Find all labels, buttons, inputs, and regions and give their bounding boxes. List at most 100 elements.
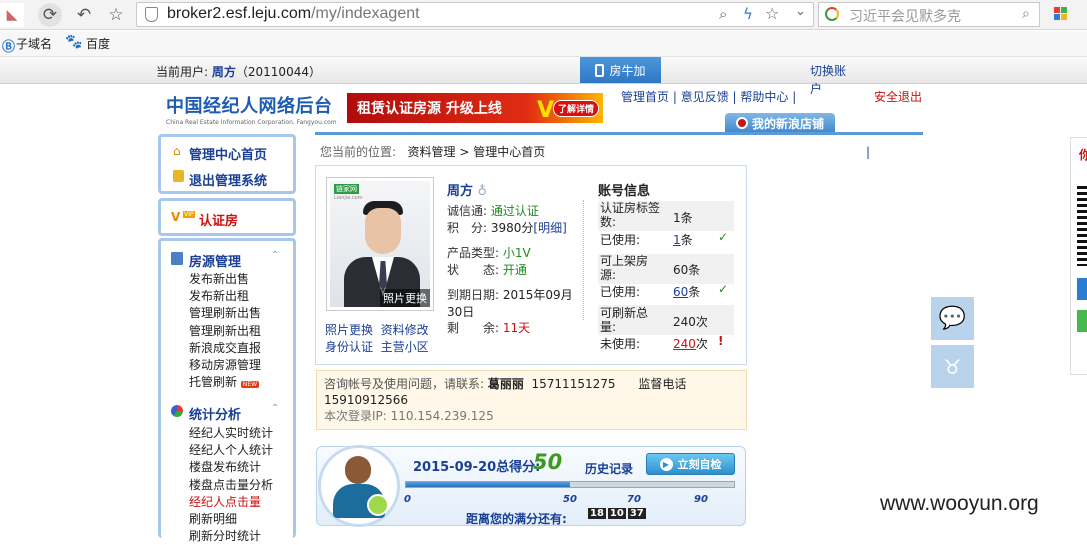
tick-70: 70	[627, 494, 641, 505]
bookmark-baidu[interactable]: 百度	[86, 35, 110, 52]
my-shop-tab[interactable]: 我的新浪店铺	[725, 113, 835, 133]
banner-detail-link[interactable]: 了解详情	[553, 100, 600, 117]
sidebar-vip-link[interactable]: 认证房	[199, 210, 238, 229]
wechat-icon[interactable]: 💬	[931, 297, 974, 340]
bookmark-star-icon[interactable]: ☆	[765, 4, 779, 23]
search-icon[interactable]: ⌕	[1022, 6, 1030, 22]
fangniu-button[interactable]: 房牛加	[580, 57, 661, 83]
subdomain-bookmark-icon: Ⓑ	[2, 40, 16, 55]
menu-mobile-listing[interactable]: 移动房源管理	[189, 357, 289, 374]
switch-account-link[interactable]: 切换账户	[810, 62, 854, 98]
listing-used-label: 已使用:	[600, 285, 641, 299]
menu-estate-publish-stats[interactable]: 楼盘发布统计	[189, 459, 289, 476]
refresh-unused-value: 240次	[673, 337, 708, 351]
link-id-verify[interactable]: 身份认证	[325, 340, 373, 354]
cert-tag-value: 1条	[673, 211, 693, 225]
sidebar-vip-box: V VIP 认证房	[158, 198, 296, 236]
link-edit-profile[interactable]: 资料修改	[381, 323, 429, 337]
sidebar-menu-box: 房源管理 ⌃ 发布新出售 发布新出租 管理刷新出售 管理刷新出租 新浪成交直报 …	[158, 238, 296, 543]
self-check-button[interactable]: ▶ 立刻自检	[646, 453, 735, 475]
stats-collapse-icon[interactable]: ⌃	[271, 403, 279, 414]
points-detail-link[interactable]: [明细]	[533, 221, 566, 235]
bookmark-subdomain[interactable]: 子域名	[16, 35, 52, 52]
menu-agent-clicks[interactable]: 经纪人点击量	[189, 494, 289, 511]
nav-feedback[interactable]: 意见反馈	[681, 90, 729, 104]
qr-code-icon	[1077, 186, 1087, 266]
profile-photo[interactable]: 链家网 Lianjia.com 照片更换	[326, 177, 434, 311]
star-icon[interactable]: ☆	[104, 3, 128, 27]
nav-help[interactable]: 帮助中心	[740, 90, 788, 104]
refresh-unused-label: 未使用:	[600, 337, 641, 351]
tick-90: 90	[694, 494, 708, 505]
countdown-seconds: 37	[627, 508, 646, 519]
address-bar[interactable]: broker2.esf.leju.com/my/indexagent ⌕ ϟ ☆…	[136, 2, 814, 27]
score-label: 2015-09-20总得分:	[413, 460, 541, 475]
bull-icon[interactable]: ♉	[931, 345, 974, 388]
side-blue-block	[1077, 278, 1087, 300]
sidebar-exit-link[interactable]: 退出管理系统	[189, 170, 267, 189]
search-input[interactable]: 习近平会见默多克	[849, 6, 961, 26]
warning-icon: !	[718, 334, 724, 348]
link-photo-change[interactable]: 照片更换	[325, 323, 373, 337]
photo-change-overlay[interactable]: 照片更换	[380, 289, 430, 307]
score-progress-bar	[405, 481, 735, 488]
housing-title[interactable]: 房源管理	[189, 251, 241, 270]
login-ip: 本次登录IP: 110.154.239.125	[324, 409, 494, 423]
score-value: 50	[533, 450, 563, 474]
avatar-head	[345, 456, 371, 484]
menu-hosted-refresh[interactable]: 托管刷新 NEW	[189, 374, 289, 391]
apps-icon[interactable]	[1054, 7, 1068, 21]
housing-menu: 发布新出售 发布新出租 管理刷新出售 管理刷新出租 新浪成交直报 移动房源管理 …	[189, 271, 289, 391]
breadcrumb: 您当前的位置: 资料管理 > 管理中心首页	[320, 145, 546, 159]
browser-toolbar: ◣ ⟳ ↶ ☆ broker2.esf.leju.com/my/indexage…	[0, 0, 1087, 30]
info-divider	[583, 200, 584, 320]
bookmarks-bar: Ⓑ 子域名 🐾 百度	[0, 31, 1087, 57]
url-text: broker2.esf.leju.com/my/indexagent	[167, 5, 420, 22]
lightning-icon[interactable]: ϟ	[743, 5, 753, 23]
chevron-down-icon[interactable]: ⌄	[795, 4, 806, 19]
countdown-hours: 18	[588, 508, 606, 519]
play-icon: ▶	[659, 457, 673, 471]
logout-link[interactable]: 安全退出	[874, 88, 922, 105]
promo-banner[interactable]: 租赁认证房源 升级上线 V 了解详情	[347, 93, 603, 123]
menu-publish-sale[interactable]: 发布新出售	[189, 271, 289, 288]
full-score-label: 距离您的满分还有:	[466, 512, 567, 526]
cert-tag-label: 认证房标签数:	[600, 201, 661, 229]
nav-home[interactable]: 管理首页	[621, 90, 669, 104]
menu-realtime-stats[interactable]: 经纪人实时统计	[189, 425, 289, 442]
menu-refresh-time-stats[interactable]: 刷新分时统计	[189, 528, 289, 545]
zoom-icon[interactable]: ⌕	[719, 5, 727, 23]
menu-publish-rent[interactable]: 发布新出租	[189, 288, 289, 305]
collapse-icon[interactable]: ⌃	[271, 250, 279, 261]
account-status: 开通	[502, 262, 527, 277]
search-box[interactable]: 习近平会见默多克 ⌕	[818, 2, 1040, 27]
menu-personal-stats[interactable]: 经纪人个人统计	[189, 442, 289, 459]
tick-0: 0	[404, 494, 411, 505]
vip-icon: V	[171, 210, 181, 224]
menu-manage-refresh-sale[interactable]: 管理刷新出售	[189, 305, 289, 322]
reload-icon[interactable]: ⟳	[38, 3, 62, 27]
link-main-estates[interactable]: 主营小区	[381, 340, 429, 354]
history-link[interactable]: 历史记录	[585, 460, 633, 477]
clock-icon	[367, 494, 389, 516]
menu-sina-deal-report[interactable]: 新浪成交直报	[189, 340, 289, 357]
phone-icon	[595, 63, 605, 77]
breadcrumb-section[interactable]: 资料管理	[408, 145, 456, 159]
site-logo[interactable]: 中国经纪人网络后台 China Real Estate Information …	[166, 92, 337, 126]
face	[365, 208, 401, 254]
back-icon[interactable]: ↶	[72, 3, 96, 27]
user-name: 周方	[211, 65, 236, 79]
stats-menu: 经纪人实时统计 经纪人个人统计 楼盘发布统计 楼盘点击量分析 经纪人点击量 刷新…	[189, 425, 289, 545]
listing-quota-value: 60条	[673, 263, 701, 277]
photo-watermark: 链家网	[334, 184, 359, 194]
menu-estate-click-analysis[interactable]: 楼盘点击量分析	[189, 477, 289, 494]
refresh-total-label: 可刷新总量:	[600, 306, 649, 334]
menu-manage-refresh-rent[interactable]: 管理刷新出租	[189, 323, 289, 340]
stats-title[interactable]: 统计分析	[189, 404, 241, 423]
menu-refresh-detail[interactable]: 刷新明细	[189, 511, 289, 528]
cert-used-label: 已使用:	[600, 233, 641, 247]
sidebar-home-link[interactable]: 管理中心首页	[189, 144, 267, 163]
stats-pie-icon	[171, 405, 183, 417]
medal-icon: ♁	[477, 184, 488, 199]
account-info-title: 账号信息	[598, 184, 651, 199]
